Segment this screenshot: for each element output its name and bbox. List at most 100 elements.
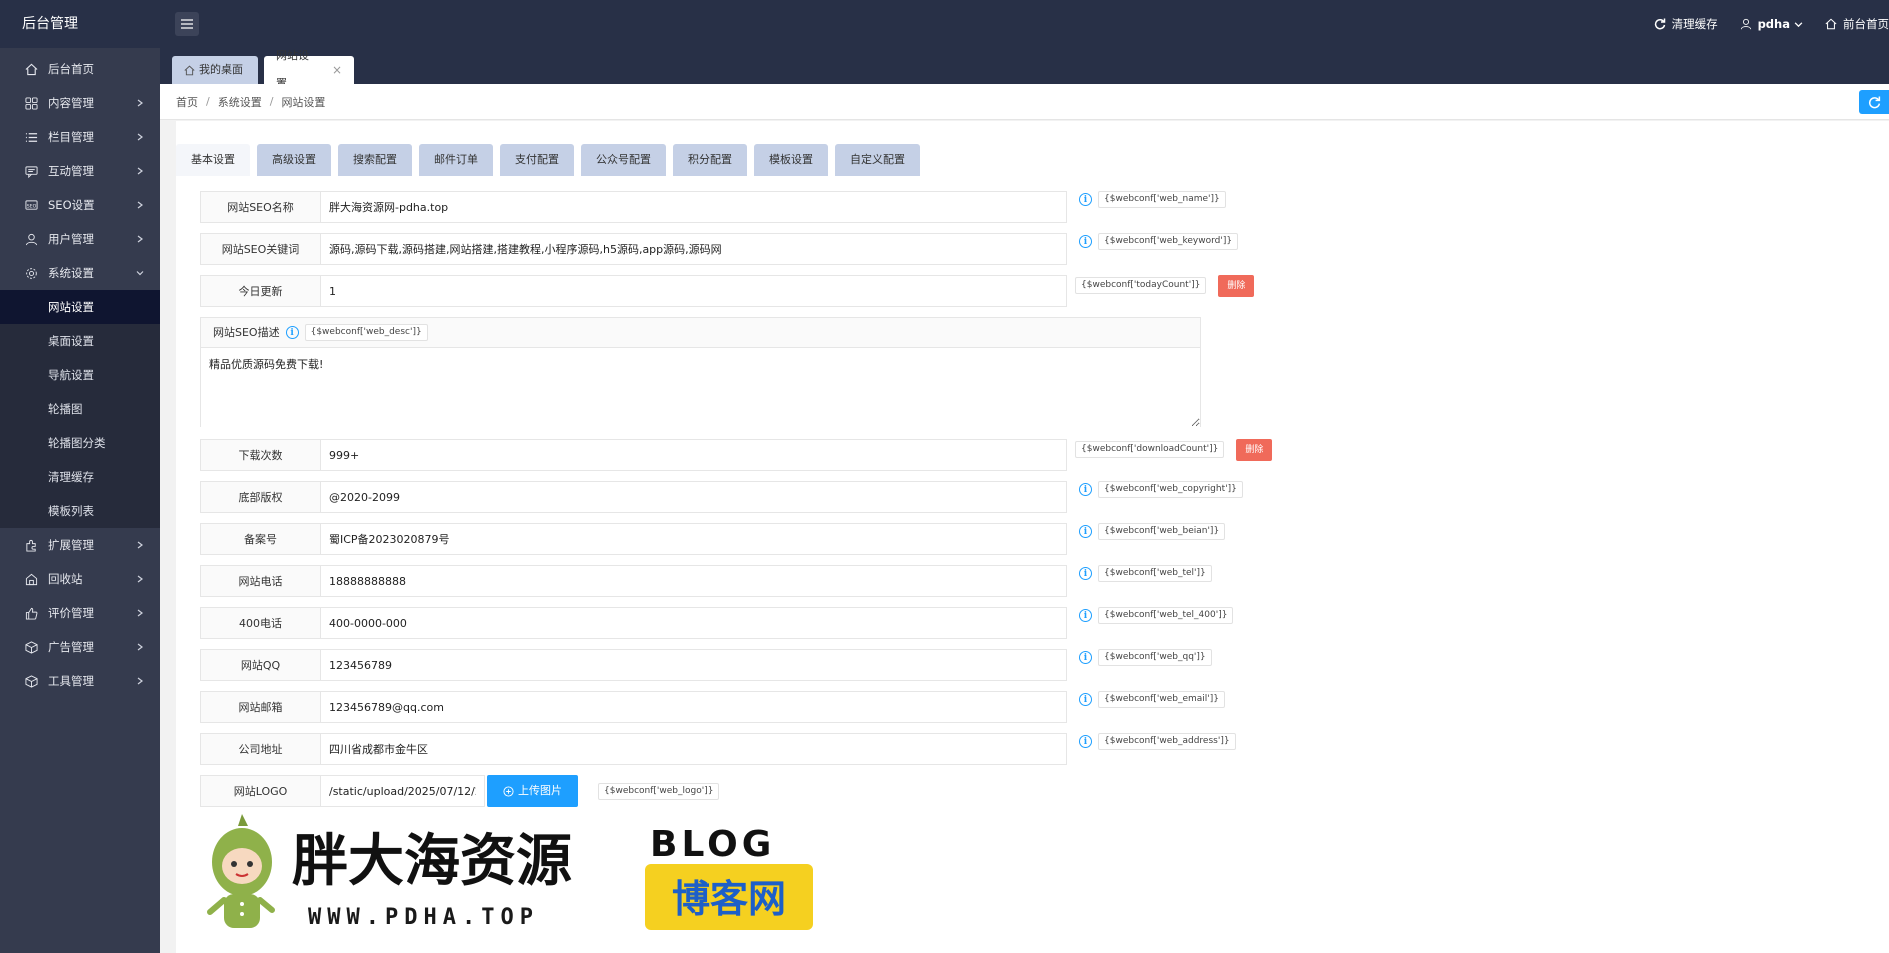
chevron-right-icon (134, 573, 146, 585)
home-icon (184, 65, 195, 75)
chevron-right-icon (134, 131, 146, 143)
sidebar-item-seo[interactable]: SEO SEO设置 (0, 188, 160, 222)
sidebar-item-label: 广告管理 (48, 640, 94, 654)
sidebar-item-interaction[interactable]: 互动管理 (0, 154, 160, 188)
sidebar-item-label: 栏目管理 (48, 130, 94, 144)
sidebar-subitem-carousel[interactable]: 轮播图 (0, 392, 160, 426)
sidebar-item-users[interactable]: 用户管理 (0, 222, 160, 256)
seo-description-header: 网站SEO描述 i {$webconf['web_desc']} (201, 318, 1200, 348)
tab-mail-order[interactable]: 邮件订单 (419, 144, 493, 176)
breadcrumb: 首页 / 系统设置 / 网站设置 (160, 84, 1889, 120)
extension-icon (24, 538, 38, 552)
sidebar-item-label: 内容管理 (48, 96, 94, 110)
info-icon[interactable]: i (1079, 193, 1092, 206)
gear-icon (24, 266, 38, 280)
watermark-url: WWW.PDHA.TOP (308, 905, 539, 930)
sidebar-subitem-templates[interactable]: 模板列表 (0, 494, 160, 528)
today-count-input[interactable] (320, 275, 1067, 307)
refresh-button[interactable] (1859, 90, 1889, 114)
template-code: {$webconf['todayCount']} (1075, 277, 1207, 294)
tel-input[interactable] (320, 565, 1067, 597)
info-icon[interactable]: i (1079, 693, 1092, 706)
chevron-right-icon (134, 199, 146, 211)
sidebar-item-recycle[interactable]: 回收站 (0, 562, 160, 596)
form-row-beian: 备案号 i {$webconf['web_beian']} (200, 523, 1500, 555)
logo-path-input[interactable] (320, 775, 485, 807)
sidebar-subitem-carousel-category[interactable]: 轮播图分类 (0, 426, 160, 460)
grid-icon (24, 96, 38, 110)
address-input[interactable] (320, 733, 1067, 765)
chevron-right-icon (134, 675, 146, 687)
breadcrumb-home[interactable]: 首页 (176, 94, 198, 110)
sidebar-item-column[interactable]: 栏目管理 (0, 120, 160, 154)
sidebar-item-system[interactable]: 系统设置 (0, 256, 160, 290)
template-code: {$webconf['web_copyright']} (1098, 481, 1243, 498)
copyright-input[interactable] (320, 481, 1067, 513)
user-menu[interactable]: pdha (1740, 17, 1803, 31)
box-icon (24, 640, 38, 654)
tab-basic[interactable]: 基本设置 (176, 144, 250, 176)
sidebar-item-ads[interactable]: 广告管理 (0, 630, 160, 664)
tab-template[interactable]: 模板设置 (754, 144, 828, 176)
seo-keywords-input[interactable] (320, 233, 1067, 265)
template-code: {$webconf['web_desc']} (304, 324, 428, 341)
sidebar-subitem-clear-cache[interactable]: 清理缓存 (0, 460, 160, 494)
menu-toggle-button[interactable] (175, 12, 199, 36)
info-icon[interactable]: i (285, 326, 299, 339)
download-count-input[interactable] (320, 439, 1067, 471)
sidebar-subitem-desktop-settings[interactable]: 桌面设置 (0, 324, 160, 358)
info-icon[interactable]: i (1079, 525, 1092, 538)
form-row-email: 网站邮箱 i {$webconf['web_email']} (200, 691, 1500, 723)
delete-button[interactable]: 删除 (1218, 275, 1255, 297)
tab-payment[interactable]: 支付配置 (500, 144, 574, 176)
breadcrumb-system[interactable]: 系统设置 (218, 94, 262, 110)
sidebar-item-reviews[interactable]: 评价管理 (0, 596, 160, 630)
clear-cache-button[interactable]: 清理缓存 (1654, 16, 1718, 32)
seo-description-textarea[interactable]: 精品优质源码免费下载! (201, 348, 1200, 427)
topbar: 清理缓存 pdha 前台首页 (160, 0, 1889, 48)
user-icon (24, 232, 38, 246)
tab-custom[interactable]: 自定义配置 (835, 144, 920, 176)
info-icon[interactable]: i (1079, 651, 1092, 664)
info-icon[interactable]: i (1079, 567, 1092, 580)
sidebar-item-tools[interactable]: 工具管理 (0, 664, 160, 698)
sidebar-subitem-nav-settings[interactable]: 导航设置 (0, 358, 160, 392)
sidebar-item-content[interactable]: 内容管理 (0, 86, 160, 120)
tab-search[interactable]: 搜索配置 (338, 144, 412, 176)
info-icon[interactable]: i (1079, 735, 1092, 748)
qq-input[interactable] (320, 649, 1067, 681)
upload-image-label: 上传图片 (518, 784, 562, 797)
front-page-link[interactable]: 前台首页 (1825, 16, 1889, 32)
sidebar-item-extensions[interactable]: 扩展管理 (0, 528, 160, 562)
info-icon[interactable]: i (1079, 609, 1092, 622)
template-code: {$webconf['web_tel_400']} (1098, 607, 1234, 624)
tab-desktop[interactable]: 我的桌面 (172, 56, 258, 84)
sidebar-item-dashboard[interactable]: 后台首页 (0, 52, 160, 86)
template-code: {$webconf['web_name']} (1098, 191, 1226, 208)
tab-site-settings[interactable]: 网站设置 × (264, 49, 354, 90)
email-input[interactable] (320, 691, 1067, 723)
close-icon[interactable]: × (332, 56, 342, 84)
sidebar-item-label: 工具管理 (48, 674, 94, 688)
tab-points[interactable]: 积分配置 (673, 144, 747, 176)
chevron-right-icon (134, 97, 146, 109)
info-icon[interactable]: i (1079, 235, 1092, 248)
tab-advanced[interactable]: 高级设置 (257, 144, 331, 176)
tel-400-input[interactable] (320, 607, 1067, 639)
sidebar-subitem-site-settings[interactable]: 网站设置 (0, 290, 160, 324)
chevron-down-icon (134, 267, 146, 279)
username: pdha (1757, 17, 1790, 31)
info-icon[interactable]: i (1079, 483, 1092, 496)
delete-button[interactable]: 删除 (1236, 439, 1273, 461)
topbar-actions: 清理缓存 pdha 前台首页 (1654, 0, 1889, 48)
box-icon (24, 674, 38, 688)
upload-image-button[interactable]: 上传图片 (487, 775, 578, 807)
beian-input[interactable] (320, 523, 1067, 555)
field-label: 网站SEO名称 (200, 191, 320, 223)
logo-preview-image: 胖大海资源 WWW.PDHA.TOP BLOG 博客网 (200, 812, 820, 937)
form-row-logo: 网站LOGO 上传图片 {$webconf['web_logo']} (200, 775, 1500, 807)
seo-name-input[interactable] (320, 191, 1067, 223)
tab-wechat[interactable]: 公众号配置 (581, 144, 666, 176)
form-row-address: 公司地址 i {$webconf['web_address']} (200, 733, 1500, 765)
template-code: {$webconf['web_beian']} (1098, 523, 1226, 540)
